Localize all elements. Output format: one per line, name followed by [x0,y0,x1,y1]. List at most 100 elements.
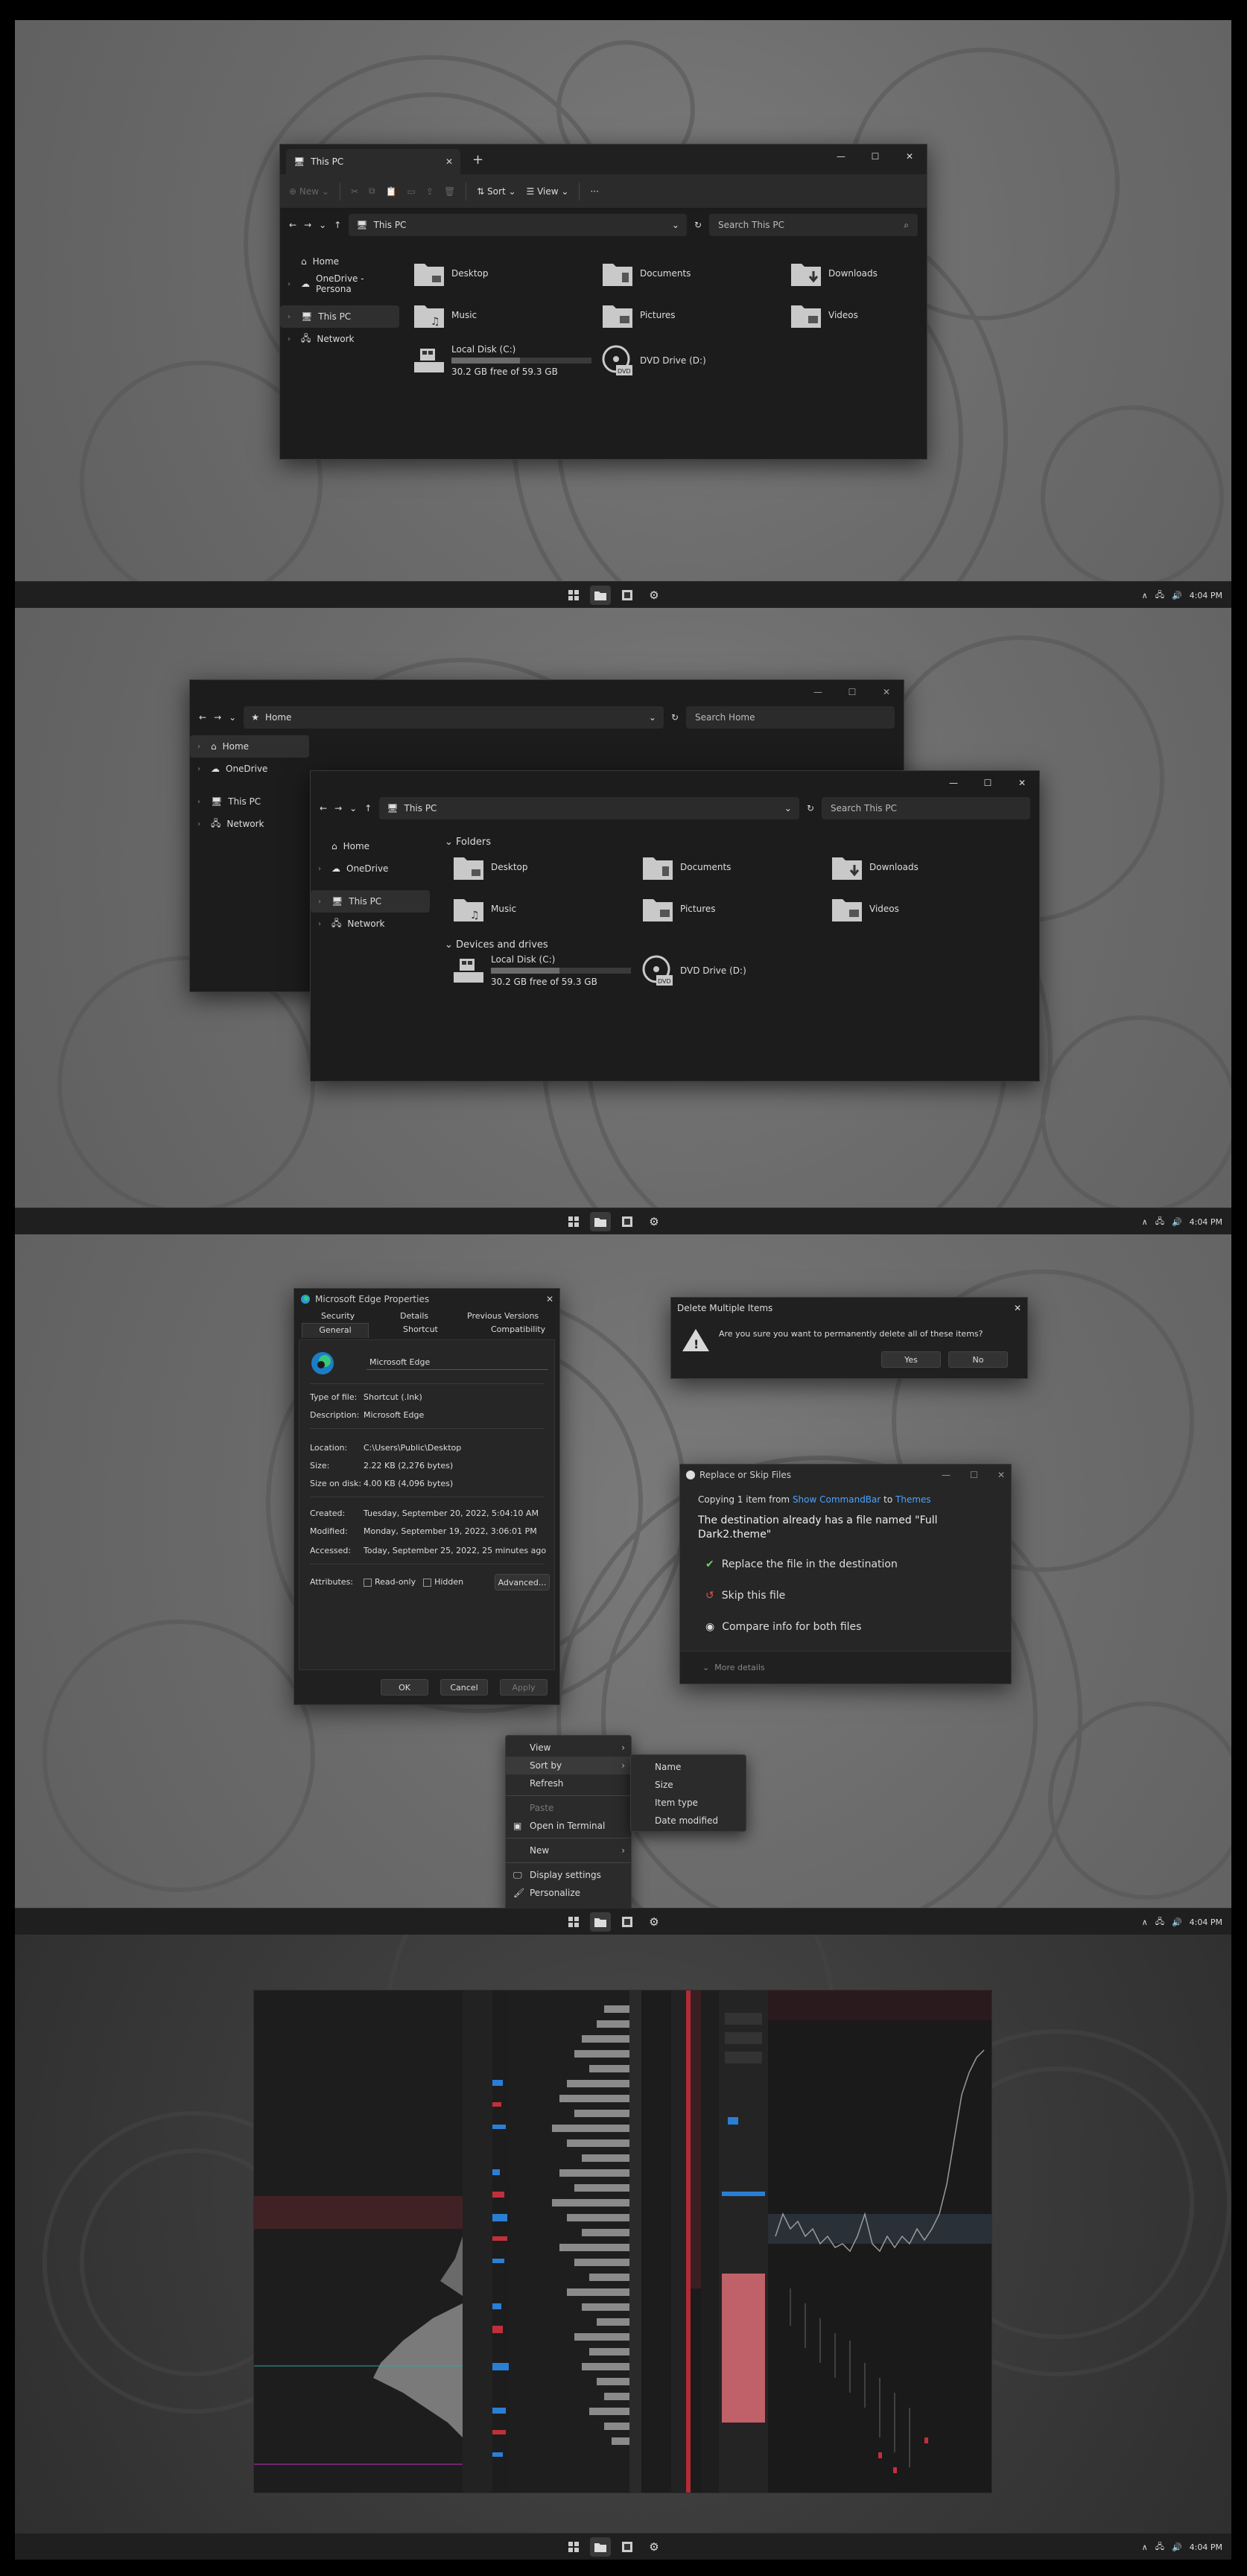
menu-refresh[interactable]: Refresh [506,1774,631,1792]
option-replace[interactable]: ✔ Replace the file in the destination [705,1558,898,1570]
taskbar-app-button[interactable] [617,1212,638,1231]
clock[interactable]: 4:04 PM [1190,591,1222,600]
drive-d[interactable]: DVD DVD Drive (D:) [641,954,746,987]
nav-onedrive[interactable]: › ☁ OneDrive - Persona [280,273,399,295]
network-icon[interactable]: 🖧 [1155,1215,1164,1229]
taskbar-settings-button[interactable]: ⚙ [644,1912,664,1932]
nav-home[interactable]: › ⌂ Home [190,735,309,758]
start-button[interactable] [563,2537,584,2557]
close-button[interactable]: ✕ [869,680,904,704]
nav-onedrive[interactable]: › ☁ OneDrive [311,857,430,880]
yes-button[interactable]: Yes [881,1351,941,1368]
taskbar-explorer-button[interactable] [590,1912,611,1932]
nav-network[interactable]: › 🖧 Network [311,913,430,935]
recent-icon[interactable]: ⌄ [319,220,326,230]
option-compare[interactable]: ◉ Compare info for both files [705,1621,861,1633]
close-button[interactable]: ✕ [892,145,927,168]
close-icon[interactable]: ✕ [546,1294,553,1304]
volume-icon[interactable]: 🔊 [1172,1917,1182,1927]
drive-d[interactable]: DVD DVD Drive (D:) [601,344,706,377]
volume-icon[interactable]: 🔊 [1172,1217,1182,1227]
chevron-down-icon[interactable]: ⌄ [784,803,792,813]
taskbar-app-button[interactable] [617,1912,638,1932]
taskbar-settings-button[interactable]: ⚙ [644,586,664,605]
forward-icon[interactable]: → [334,803,342,813]
section-folders[interactable]: ⌄ Folders [445,837,491,848]
close-tab-icon[interactable]: ✕ [445,156,453,167]
folder-documents[interactable]: Documents [601,259,691,288]
folder-videos[interactable]: Videos [790,301,858,329]
sort-item-type[interactable]: Item type [631,1794,746,1812]
chevron-up-icon[interactable]: ∧ [1142,2542,1148,2552]
folder-downloads[interactable]: Downloads [831,853,918,881]
new-button[interactable]: ⊕ New ⌄ [289,186,329,197]
folder-pictures[interactable]: Pictures [641,895,716,923]
start-button[interactable] [563,586,584,605]
view-button[interactable]: ☰ View ⌄ [527,186,569,197]
drive-c[interactable]: Local Disk (C:) 30.2 GB free of 59.3 GB [452,954,631,987]
drive-c[interactable]: Local Disk (C:) 30.2 GB free of 59.3 GB [413,344,591,377]
menu-display-settings[interactable]: 🖵 Display settings [506,1866,631,1884]
cut-icon[interactable]: ✂ [351,186,358,197]
advanced-button[interactable]: Advanced... [495,1574,550,1590]
maximize-button[interactable]: ☐ [970,1470,978,1480]
readonly-checkbox[interactable]: Read-only [364,1577,416,1587]
copy-icon[interactable]: ⧉ [369,185,375,197]
close-icon[interactable]: ✕ [1014,1303,1021,1313]
folder-pictures[interactable]: Pictures [601,301,676,329]
forward-icon[interactable]: → [304,220,311,230]
cancel-button[interactable]: Cancel [440,1679,488,1695]
tab-compatibility[interactable]: Compatibility [491,1325,545,1334]
name-field[interactable]: Microsoft Edge [367,1355,548,1370]
clock[interactable]: 4:04 PM [1190,1917,1222,1927]
network-icon[interactable]: 🖧 [1155,2540,1164,2554]
tab-general[interactable]: General [302,1323,369,1338]
folder-desktop[interactable]: Desktop [452,853,528,881]
tab-previous-versions[interactable]: Previous Versions [467,1311,539,1321]
menu-view[interactable]: View › [506,1739,631,1757]
back-icon[interactable]: ← [320,803,327,813]
taskbar-settings-button[interactable]: ⚙ [644,2537,664,2557]
sort-button[interactable]: ⇅ Sort ⌄ [477,186,515,197]
maximize-button[interactable]: ☐ [858,145,892,168]
up-icon[interactable]: ↑ [334,220,341,230]
taskbar-settings-button[interactable]: ⚙ [644,1212,664,1231]
address-bar[interactable]: 🖥 This PC ⌄ [379,797,799,819]
search-input[interactable]: Search Home [686,706,895,729]
folder-videos[interactable]: Videos [831,895,899,923]
address-bar[interactable]: 🖥 This PC ⌄ [349,214,687,236]
folder-music[interactable]: ♫ Music [413,301,477,329]
taskbar-app-button[interactable] [617,2537,638,2557]
paste-icon[interactable]: 📋 [386,186,397,197]
nav-network[interactable]: › 🖧 Network [190,813,309,835]
network-icon[interactable]: 🖧 [1155,589,1164,603]
ok-button[interactable]: OK [381,1679,428,1695]
nav-this-pc[interactable]: › 🖥 This PC [280,305,399,328]
sort-name[interactable]: Name [631,1758,746,1776]
folder-desktop[interactable]: Desktop [413,259,489,288]
chevron-up-icon[interactable]: ∧ [1142,1917,1148,1927]
chevron-down-icon[interactable]: ⌄ [672,220,679,230]
minimize-button[interactable]: — [936,771,971,795]
clock[interactable]: 4:04 PM [1190,2542,1222,2552]
no-button[interactable]: No [948,1351,1008,1368]
refresh-icon[interactable]: ↻ [694,220,702,230]
clock[interactable]: 4:04 PM [1190,1217,1222,1227]
tab-this-pc[interactable]: 🖥 This PC ✕ [286,149,460,174]
menu-sort-by[interactable]: Sort by › [506,1757,631,1774]
tab-details[interactable]: Details [400,1311,428,1321]
back-icon[interactable]: ← [289,220,296,230]
recent-icon[interactable]: ⌄ [349,803,357,813]
hidden-checkbox[interactable]: Hidden [423,1577,463,1587]
minimize-button[interactable]: — [942,1470,951,1480]
rename-icon[interactable]: ▭ [407,186,416,197]
refresh-icon[interactable]: ↻ [671,712,679,723]
delete-icon[interactable]: 🗑 [444,186,455,197]
new-tab-button[interactable]: + [472,152,483,168]
nav-network[interactable]: › 🖧 Network [280,328,399,350]
folder-documents[interactable]: Documents [641,853,731,881]
maximize-button[interactable]: ☐ [835,680,869,704]
minimize-button[interactable]: — [801,680,835,704]
network-icon[interactable]: 🖧 [1155,1915,1164,1929]
section-drives[interactable]: ⌄ Devices and drives [445,939,548,951]
